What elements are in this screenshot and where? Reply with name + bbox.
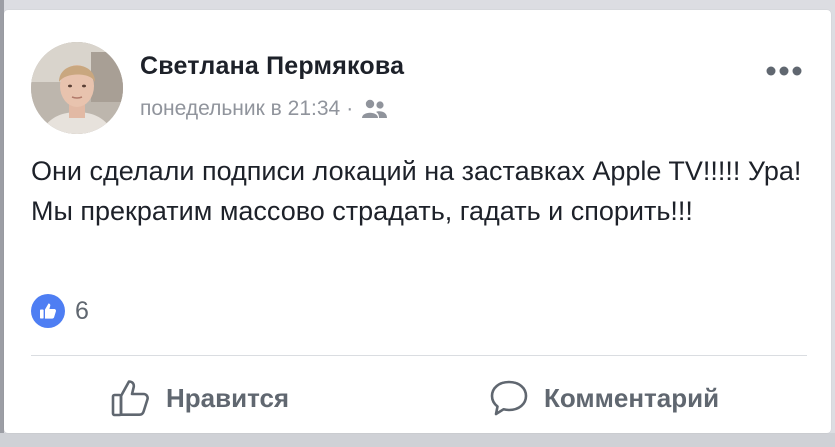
thumbs-up-icon [111,380,149,417]
post-timestamp[interactable]: понедельник в 21:34 [140,97,340,121]
author-avatar[interactable] [31,42,123,134]
feed-gap [0,433,835,447]
post-meta: понедельник в 21:34 · [140,96,389,122]
post-body: Они сделали подписи локаций на заставках… [31,156,802,226]
meta-separator: · [346,97,354,120]
comment-bubble-icon [490,380,528,416]
reaction-count: 6 [75,296,89,325]
more-dots-icon[interactable] [765,64,803,78]
comment-button[interactable]: Комментарий [488,372,719,424]
comment-button-label: Комментарий [544,382,720,413]
reaction-summary[interactable]: 6 [31,293,89,329]
action-divider [31,355,807,356]
author-name[interactable]: Светлана Пермякова [140,52,404,81]
like-reaction-icon [31,294,65,328]
like-button[interactable]: Нравится [110,372,289,424]
friends-icon[interactable] [361,98,389,120]
like-button-label: Нравится [166,382,290,413]
post-card: Светлана Пермякова понедельник в 21:34 ·… [4,10,831,433]
